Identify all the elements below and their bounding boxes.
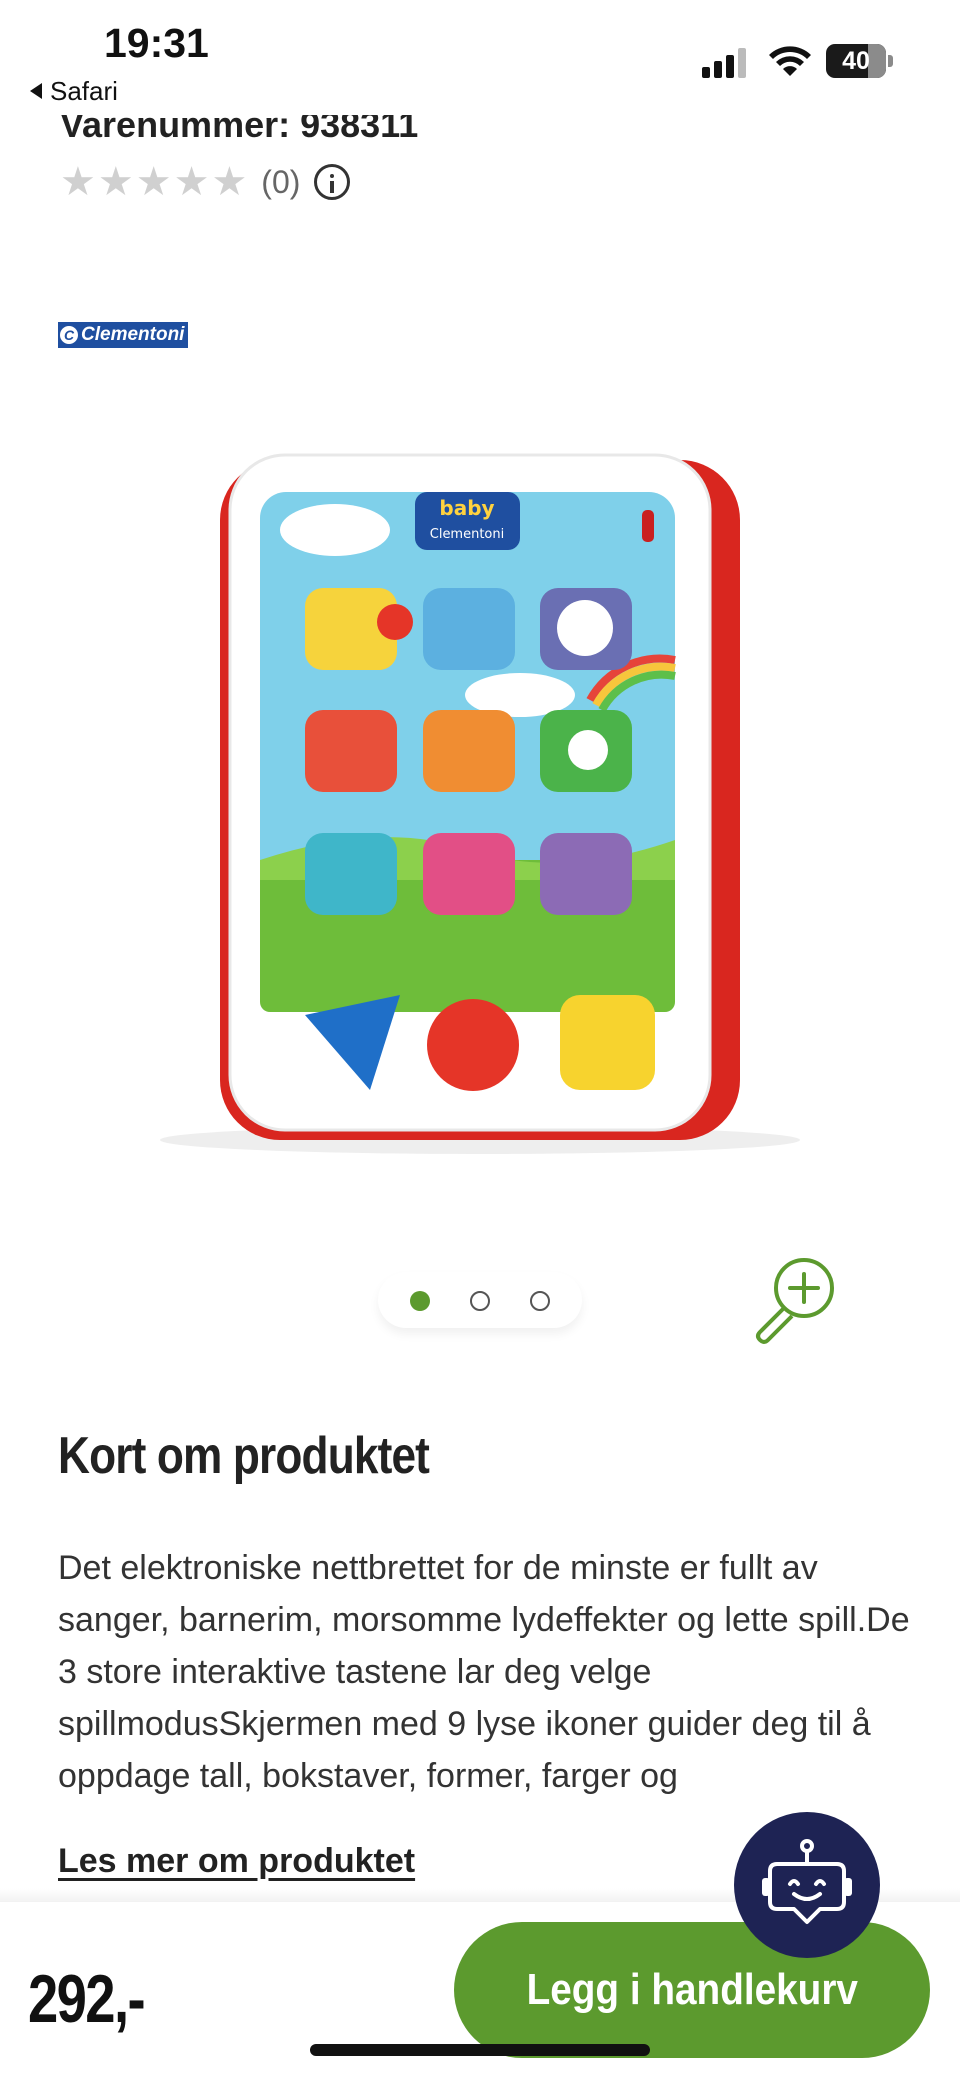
svg-text:Clementoni: Clementoni [430, 527, 505, 542]
read-more-link[interactable]: Les mer om produktet [58, 1842, 415, 1881]
info-icon[interactable] [314, 164, 351, 200]
star-icon: ★ [60, 159, 96, 205]
brand-logo[interactable]: C Clementoni [58, 322, 189, 348]
zoom-in-icon[interactable] [748, 1252, 840, 1344]
star-icon: ★ [211, 159, 248, 205]
product-rating[interactable]: ★ ★ ★ ★ ★ (0) [60, 159, 351, 205]
rating-count: (0) [261, 163, 301, 200]
star-icon: ★ [97, 159, 134, 205]
back-app-label: Safari [50, 76, 118, 106]
carousel-dot-1[interactable] [410, 1291, 430, 1311]
back-to-safari-link[interactable]: Safari [30, 76, 118, 107]
cellular-signal-icon [702, 48, 750, 78]
carousel-dot-2[interactable] [470, 1291, 490, 1311]
chat-assistant-button[interactable] [734, 1812, 880, 1958]
product-image[interactable]: baby Clementoni [130, 440, 830, 1160]
status-time: 19:31 [104, 20, 209, 66]
home-indicator[interactable] [310, 2044, 650, 2056]
star-icon: ★ [135, 159, 172, 205]
status-bar: 19:31 Safari 40 [0, 0, 960, 115]
carousel-dot-3[interactable] [530, 1291, 550, 1311]
product-price: 292,- [28, 1961, 146, 2037]
product-description: Det elektroniske nettbrettet for de mins… [58, 1549, 910, 1795]
image-carousel-dots [378, 1272, 582, 1328]
svg-text:baby: baby [439, 496, 494, 520]
robot-chat-icon [762, 1839, 852, 1924]
section-title-about: Kort om produktet [58, 1427, 430, 1485]
brand-logo-text: Clementoni [81, 324, 185, 345]
star-icon: ★ [173, 159, 210, 205]
back-arrow-icon [30, 83, 42, 100]
wifi-icon [769, 46, 811, 76]
brand-logo-mark-icon: C [60, 326, 78, 344]
battery-level: 40 [842, 47, 870, 75]
battery-icon: 40 [826, 44, 894, 78]
